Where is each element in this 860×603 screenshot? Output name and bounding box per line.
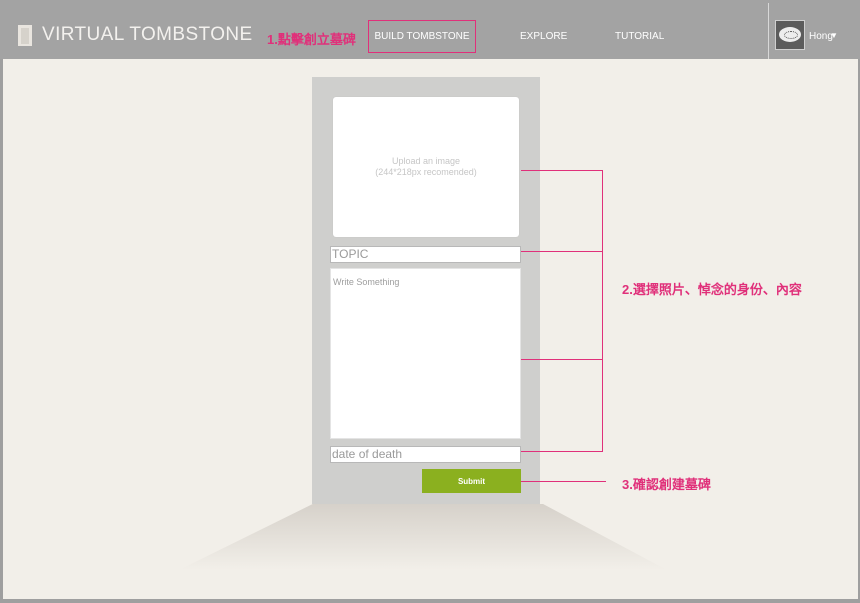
callout-line — [521, 359, 603, 360]
callout-bracket — [602, 170, 603, 452]
annotation-step-2: 2.選擇照片、悼念的身份、內容 — [622, 282, 802, 297]
nav-explore[interactable]: EXPLORE — [520, 31, 567, 42]
brand-logo[interactable]: VIRTUAL TOMBSTONE — [18, 23, 253, 47]
chevron-down-icon[interactable]: ▼ — [830, 31, 838, 40]
nav-build-tombstone[interactable]: BUILD TOMBSTONE — [368, 20, 476, 53]
user-avatar[interactable] — [775, 20, 805, 50]
annotation-step-1: 1.點擊創立墓碑 — [267, 32, 356, 47]
topic-input[interactable]: TOPIC — [330, 246, 521, 263]
brand-title: VIRTUAL TOMBSTONE — [42, 24, 253, 45]
callout-line — [521, 451, 603, 452]
callout-line — [521, 170, 603, 171]
image-upload-box[interactable]: Upload an image (244*218px recomended) — [333, 97, 519, 237]
nav-divider — [768, 3, 769, 59]
annotation-step-3: 3.確認創建墓碑 — [622, 477, 711, 492]
upload-hint: (244*218px recomended) — [375, 167, 477, 177]
top-navbar: VIRTUAL TOMBSTONE 1.點擊創立墓碑 BUILD TOMBSTO… — [0, 0, 860, 59]
message-textarea[interactable]: Write Something — [330, 268, 521, 439]
callout-line — [521, 251, 603, 252]
upload-label: Upload an image — [391, 156, 461, 166]
nav-tutorial[interactable]: TUTORIAL — [615, 31, 664, 42]
callout-line — [521, 481, 606, 482]
tombstone-icon — [18, 24, 32, 46]
submit-button[interactable]: Submit — [422, 469, 521, 493]
date-of-death-input[interactable]: date of death — [330, 446, 521, 463]
